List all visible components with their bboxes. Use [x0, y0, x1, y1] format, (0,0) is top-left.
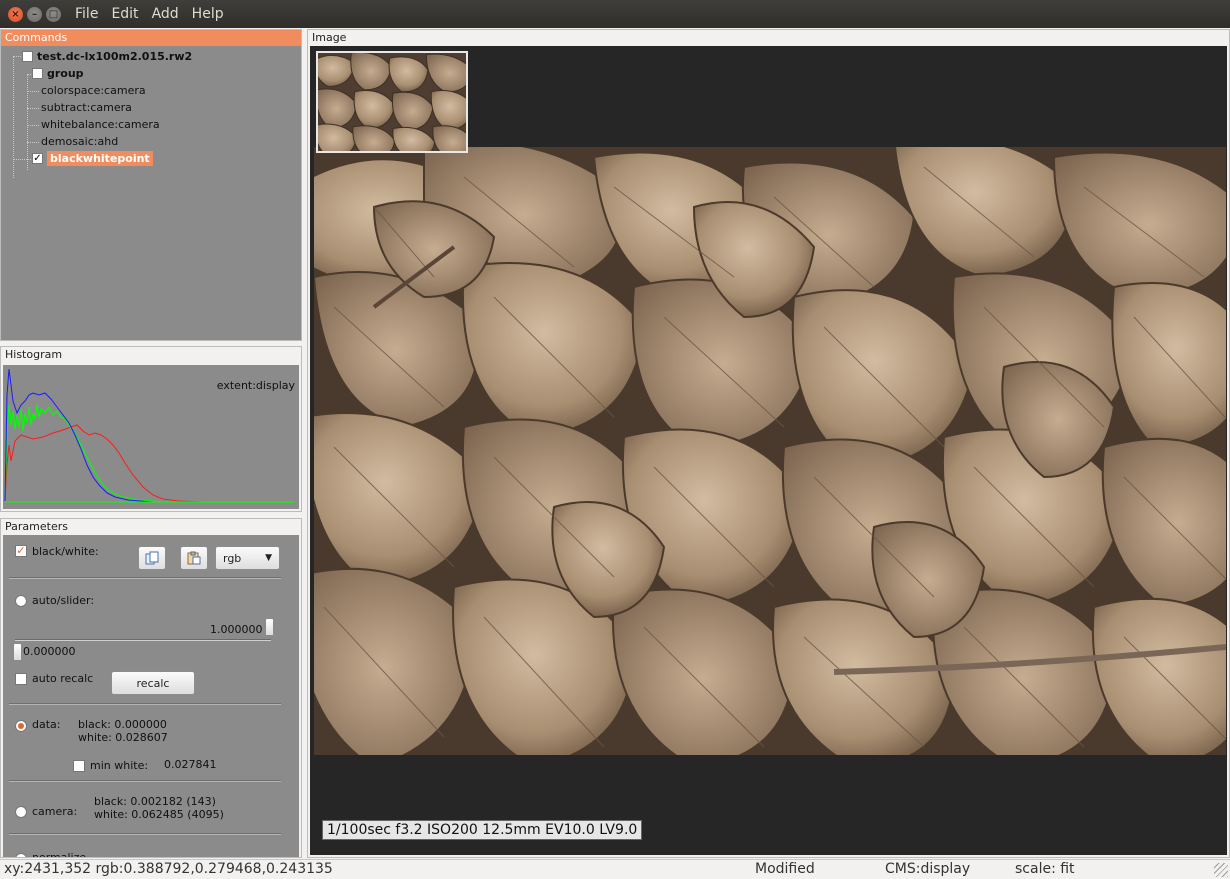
data-black-value: black: 0.000000 — [78, 718, 167, 731]
image-header: Image — [312, 31, 347, 44]
image-viewport[interactable]: 1/100sec f3.2 ISO200 12.5mm EV10.0 LV9.0 — [310, 46, 1227, 855]
parameters-body: ✓ black/white: rgb ▼ auto/slider: 1.0000… — [3, 535, 299, 857]
menu-bar: File Edit Add Help — [75, 6, 237, 22]
parameters-header: Parameters — [5, 520, 68, 533]
histogram-green-curve — [4, 404, 293, 503]
max-slider-handle[interactable] — [265, 618, 274, 636]
tree-item-whitebalance[interactable]: whitebalance:camera — [41, 118, 160, 131]
slider-max-value: 1.000000 — [210, 623, 263, 636]
status-scale: scale: fit — [1015, 861, 1075, 877]
menu-help[interactable]: Help — [192, 6, 224, 22]
commands-header: Commands — [1, 30, 301, 46]
parameters-panel: Parameters ✓ black/white: rgb ▼ auto/sli… — [0, 518, 302, 858]
status-cms: CMS:display — [885, 861, 971, 877]
tree-item-subtract[interactable]: subtract:camera — [41, 101, 132, 114]
camera-label: camera: — [32, 805, 78, 818]
leaves-photo[interactable] — [314, 147, 1226, 755]
histogram-panel: Histogram extent:display — [0, 346, 302, 512]
slider-track[interactable] — [15, 639, 271, 641]
tree-item-blackwhitepoint[interactable]: ✓ blackwhitepoint — [32, 151, 153, 166]
histogram-extent-label: extent:display — [216, 379, 295, 392]
min-white-value: 0.027841 — [164, 758, 217, 771]
menu-add[interactable]: Add — [152, 6, 179, 22]
tree-item-demosaic[interactable]: demosaic:ahd — [41, 135, 118, 148]
commands-tree[interactable]: test.dc-lx100m2.015.rw2 group colorspace… — [1, 46, 301, 340]
maximize-window-icon[interactable]: □ — [46, 6, 61, 22]
minimize-window-icon[interactable]: – — [27, 6, 42, 22]
histogram-header: Histogram — [5, 348, 63, 361]
data-radio[interactable] — [15, 720, 27, 732]
tree-item-file[interactable]: test.dc-lx100m2.015.rw2 — [22, 50, 192, 63]
histogram-plot: extent:display — [3, 365, 299, 509]
slider-min-value: 0.000000 — [23, 645, 76, 658]
copy-button[interactable] — [138, 546, 166, 570]
data-label: data: — [32, 718, 61, 731]
status-modified: Modified — [755, 861, 815, 877]
status-bar: xy:2431,352 rgb:0.388792,0.279468,0.2431… — [0, 859, 1230, 879]
camera-radio[interactable] — [15, 806, 27, 818]
group-checkbox[interactable] — [32, 68, 43, 79]
resize-grip-icon[interactable] — [1214, 863, 1228, 877]
min-white-label: min white: — [90, 759, 149, 772]
close-window-icon[interactable]: × — [8, 6, 23, 22]
navigator-thumbnail[interactable] — [316, 51, 468, 153]
auto-slider-radio[interactable] — [15, 595, 27, 607]
min-white-checkbox[interactable] — [73, 760, 85, 772]
title-bar: × – □ File Edit Add Help — [0, 0, 1230, 28]
recalc-button[interactable]: recalc — [111, 671, 195, 695]
normalize-radio[interactable] — [15, 853, 27, 857]
tree-item-group[interactable]: group — [32, 67, 84, 80]
min-slider-handle[interactable] — [13, 643, 22, 661]
file-checkbox[interactable] — [22, 51, 33, 62]
auto-recalc-label: auto recalc — [32, 672, 94, 685]
thumbnail-preview — [318, 53, 466, 151]
commands-panel: Commands test.dc-lx100m2.015.rw2 group c… — [0, 29, 302, 341]
copy-icon — [145, 551, 159, 565]
normalize-label: normalize — [32, 851, 86, 857]
menu-file[interactable]: File — [75, 6, 98, 22]
camera-white-value: white: 0.062485 (4095) — [94, 808, 224, 821]
chevron-down-icon: ▼ — [265, 553, 272, 563]
data-white-value: white: 0.028607 — [78, 731, 168, 744]
paste-button[interactable] — [180, 546, 208, 570]
histogram-red-curve — [4, 424, 293, 503]
image-panel: Image 1/100sec f3.2 ISO200 12.5mm EV10.0… — [307, 29, 1230, 858]
black-white-checkbox[interactable]: ✓ — [15, 545, 27, 557]
status-coords: xy:2431,352 rgb:0.388792,0.279468,0.2431… — [4, 861, 333, 877]
tree-item-colorspace[interactable]: colorspace:camera — [41, 84, 146, 97]
menu-edit[interactable]: Edit — [111, 6, 138, 22]
black-white-label: black/white: — [32, 545, 99, 558]
channel-select[interactable]: rgb ▼ — [215, 546, 280, 570]
paste-icon — [187, 551, 201, 565]
auto-slider-label: auto/slider: — [32, 594, 95, 607]
exif-info-label: 1/100sec f3.2 ISO200 12.5mm EV10.0 LV9.0 — [322, 820, 643, 840]
camera-black-value: black: 0.002182 (143) — [94, 795, 216, 808]
blackwhitepoint-checkbox[interactable]: ✓ — [32, 153, 43, 164]
auto-recalc-checkbox[interactable] — [15, 673, 27, 685]
